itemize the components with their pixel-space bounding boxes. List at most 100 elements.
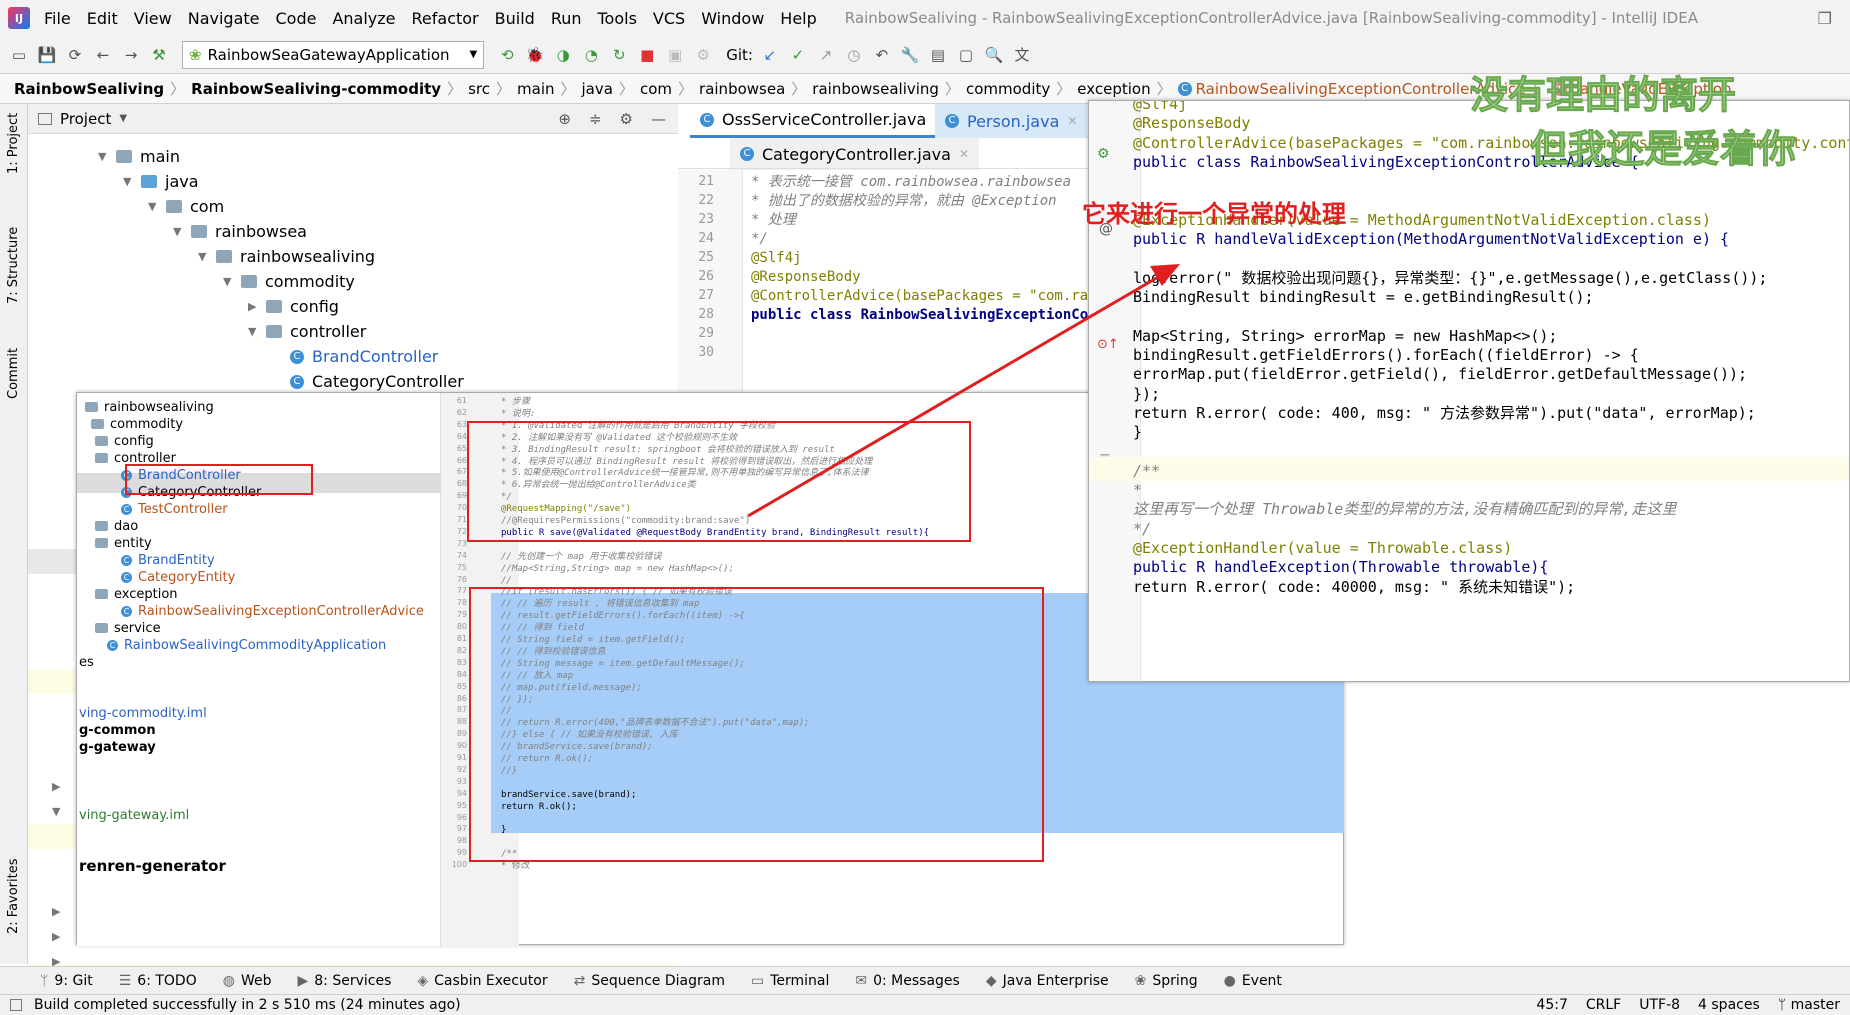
menu-window[interactable]: Window [693,9,772,28]
build-hammer-icon[interactable]: ⚒ [148,44,170,66]
tree-item-rainbowsea[interactable]: ▼ rainbowsea [173,219,307,244]
open-folder-icon[interactable]: ▭ [8,44,30,66]
status-toggle-icon[interactable] [10,999,22,1011]
tree-item-config[interactable]: ▶ config [248,294,339,319]
tool-tab-0-messages[interactable]: ✉ 0: Messages [855,973,959,989]
breadcrumb-item[interactable]: com [640,80,672,98]
breadcrumb-item[interactable]: exception [1077,80,1150,98]
embedded-tree-item[interactable]: es [79,652,94,672]
stop-icon[interactable]: ■ [636,44,658,66]
tab-structure[interactable]: 7: Structure [6,227,21,304]
tool-tab-web[interactable]: ◍ Web [223,973,272,989]
menu-refactor[interactable]: Refactor [404,9,487,28]
search-icon[interactable]: 🔍 [983,44,1005,66]
breadcrumb-item[interactable]: main [517,80,554,98]
breadcrumb-item[interactable]: rainbowsealiving [812,80,939,98]
tree-item-rainbowsealiving[interactable]: ▼ rainbowsealiving [198,244,375,269]
locate-icon[interactable]: ⊕ [558,110,571,128]
menu-code[interactable]: Code [268,9,325,28]
tab-oss-service-controller[interactable]: COssServiceController.java✕ [690,104,955,138]
tool-tab-8-services[interactable]: ▶ 8: Services [297,973,391,989]
menu-view[interactable]: View [126,9,180,28]
tree-item-brandcontroller[interactable]: C BrandController [290,344,438,369]
breadcrumb-item[interactable]: rainbowsea [699,80,785,98]
menu-help[interactable]: Help [772,9,824,28]
tree-expanded-arrow[interactable]: ▼ [52,799,62,824]
tab-person[interactable]: C Person.java ✕ [935,104,1088,138]
tree-collapsed-arrow[interactable]: ▶ [52,774,62,799]
tool-tab-6-todo[interactable]: ☰ 6: TODO [119,973,197,989]
breadcrumb-item[interactable]: src [468,80,490,98]
embedded-tree-item[interactable]: C RainbowSealivingCommodityApplication [107,635,386,655]
git-branch[interactable]: ᛘ master [1778,997,1840,1013]
minimize-icon[interactable]: — [651,110,666,128]
file-encoding[interactable]: UTF-8 [1639,997,1680,1013]
breadcrumb-item[interactable]: RainbowSealiving [14,80,164,98]
gear-icon[interactable]: ⚙ [620,110,633,128]
tab-commit[interactable]: Commit [6,348,21,399]
menu-run[interactable]: Run [543,9,590,28]
line-separator[interactable]: CRLF [1586,997,1621,1013]
git-rollback-icon[interactable]: ↶ [871,44,893,66]
chevron-down-icon[interactable]: ▼ [119,113,127,124]
save-all-icon[interactable]: 💾 [36,44,58,66]
breadcrumb-item[interactable]: commodity [966,80,1050,98]
forward-icon[interactable]: → [120,44,142,66]
tool-tab-sequence-diagram[interactable]: ⇄ Sequence Diagram [574,973,725,989]
menu-file[interactable]: File [36,9,79,28]
menu-vcs[interactable]: VCS [645,9,693,28]
sync-icon[interactable]: ⟳ [64,44,86,66]
menu-analyze[interactable]: Analyze [324,9,403,28]
close-icon[interactable]: ✕ [1067,114,1077,128]
presentation-icon[interactable]: ▢ [955,44,977,66]
tab-category-controller[interactable]: C CategoryController.java ✕ [730,138,979,170]
git-push-icon[interactable]: ↗ [815,44,837,66]
tree-item-main[interactable]: ▼ main [98,144,180,169]
tab-project[interactable]: 1: Project [6,113,21,174]
project-structure-icon[interactable]: ▤ [927,44,949,66]
translate-icon[interactable]: 文 [1011,44,1033,66]
debug-icon[interactable]: 🐞 [524,44,546,66]
run-configuration-select[interactable]: ❀ RainbowSeaGatewayApplication ▼ [182,40,485,69]
tool-tab-java-enterprise[interactable]: ◆ Java Enterprise [986,973,1109,989]
close-icon[interactable]: ✕ [959,147,969,161]
update-app-icon[interactable]: ↻ [608,44,630,66]
tool-tab-casbin-executor[interactable]: ◈ Casbin Executor [417,973,547,989]
profile-icon[interactable]: ◔ [580,44,602,66]
rerun-icon[interactable]: ⟲ [496,44,518,66]
tree-item-java[interactable]: ▼ java [123,169,199,194]
git-history-icon[interactable]: ◷ [843,44,865,66]
breadcrumb-item[interactable]: java [582,80,613,98]
embedded-tree-item[interactable]: ving-gateway.iml [79,805,189,825]
restore-window-icon[interactable]: ❐ [1818,9,1832,28]
indent-setting[interactable]: 4 spaces [1698,997,1760,1013]
coverage-icon[interactable]: ◑ [552,44,574,66]
tool-tab-spring[interactable]: ❀ Spring [1135,973,1198,989]
tree-item-commodity[interactable]: ▼ commodity [223,269,355,294]
menu-edit[interactable]: Edit [79,9,126,28]
back-icon[interactable]: ← [92,44,114,66]
tree-collapsed-arrow[interactable]: ▶ [52,899,62,924]
embedded-tree-item[interactable]: g-gateway [79,737,156,757]
tree-item-com[interactable]: ▼ com [148,194,224,219]
menu-navigate[interactable]: Navigate [180,9,268,28]
tool-tab-event[interactable]: ● Event [1224,973,1282,989]
tree-item-controller[interactable]: ▼ controller [248,319,366,344]
menu-build[interactable]: Build [487,9,543,28]
caret-position[interactable]: 45:7 [1536,997,1567,1013]
tab-favorites[interactable]: 2: Favorites [6,858,21,934]
project-panel-title[interactable]: Project [60,110,111,128]
breadcrumb-item[interactable]: RainbowSealiving-commodity [191,80,441,98]
tool-tab-9-git[interactable]: ᛘ 9: Git [40,973,93,989]
wrench-icon[interactable]: 🔧 [899,44,921,66]
tree-item-categorycontroller[interactable]: C CategoryController [290,369,464,394]
embedded-tree-item[interactable]: renren-generator [79,856,226,876]
git-commit-icon[interactable]: ✓ [787,44,809,66]
embedded-tree-item[interactable]: C RainbowSealivingExceptionControllerAdvi… [121,601,424,621]
tree-collapsed-arrow[interactable]: ▶ [52,924,62,949]
git-update-icon[interactable]: ↙ [759,44,781,66]
collapse-all-icon[interactable]: ≑ [589,110,602,128]
menu-tools[interactable]: Tools [590,9,645,28]
tool-tab-terminal[interactable]: ▭ Terminal [751,973,829,989]
settings-muted-icon[interactable]: ⚙ [692,44,714,66]
